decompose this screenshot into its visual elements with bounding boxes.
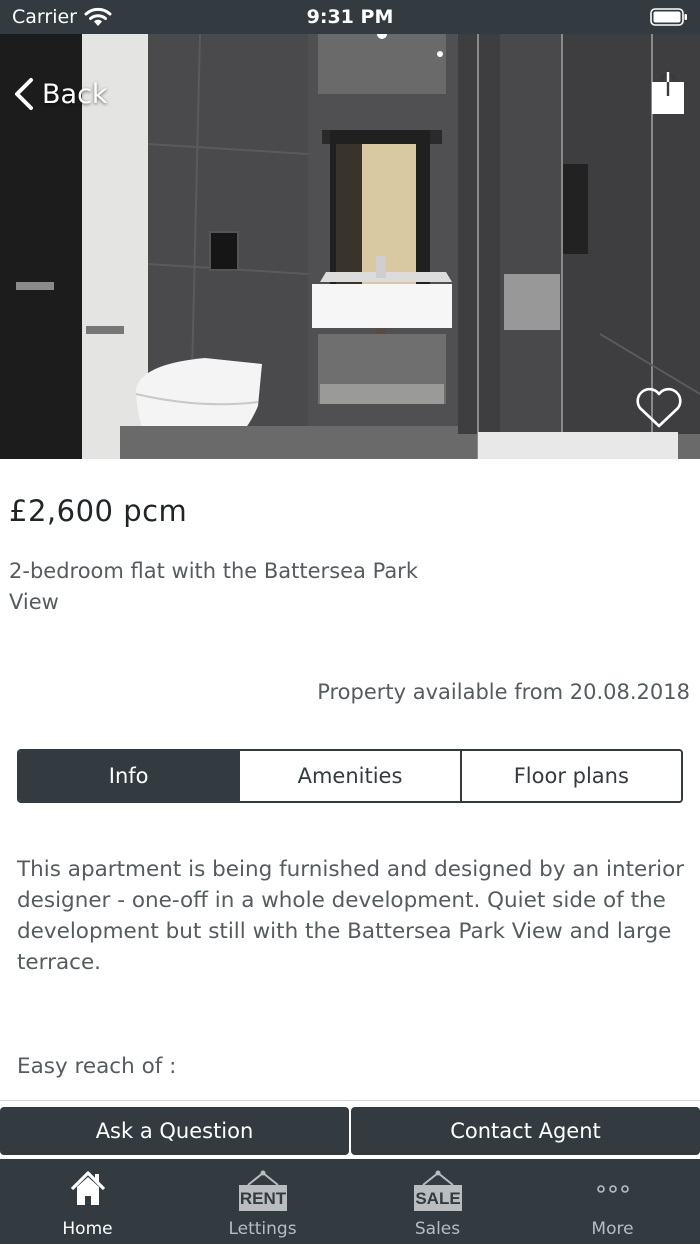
tab-info[interactable]: Info <box>19 751 239 801</box>
back-label: Back <box>42 78 108 110</box>
tabbar-label-lettings: Lettings <box>228 1219 297 1239</box>
tabbar-item-home[interactable]: Home <box>0 1159 175 1244</box>
home-icon <box>70 1171 105 1205</box>
ask-question-button[interactable]: Ask a Question <box>0 1107 349 1155</box>
tabbar-label-more: More <box>591 1219 634 1239</box>
availability-date: Property available from 20.08.2018 <box>317 680 690 704</box>
battery-icon <box>650 8 687 26</box>
divider <box>0 1100 700 1101</box>
status-bar: Carrier 9:31 PM <box>0 0 700 34</box>
rent-sign-text: RENT <box>239 1189 286 1208</box>
property-photo[interactable]: Back <box>0 34 700 459</box>
bottom-tab-bar: Home RENT Lettings SALE Sales More <box>0 1159 700 1244</box>
sale-sign-icon: SALE <box>413 1170 462 1211</box>
detail-tabs: Info Amenities Floor plans <box>17 749 683 803</box>
tabbar-item-lettings[interactable]: RENT Lettings <box>175 1159 350 1244</box>
chevron-left-icon <box>15 78 33 110</box>
listing-price: £2,600 pcm <box>9 494 188 528</box>
back-button[interactable]: Back <box>12 74 108 114</box>
tabbar-item-sales[interactable]: SALE Sales <box>350 1159 525 1244</box>
more-dots-icon <box>596 1185 629 1193</box>
listing-title: 2-bedroom flat with the Battersea Park V… <box>9 559 418 614</box>
rent-sign-icon: RENT <box>238 1170 287 1211</box>
tabbar-label-sales: Sales <box>414 1219 461 1239</box>
clock: 9:31 PM <box>306 6 394 28</box>
tab-amenities[interactable]: Amenities <box>238 751 460 801</box>
action-bar: Ask a Question Contact Agent <box>0 1107 700 1155</box>
tabbar-item-more[interactable]: More <box>525 1159 700 1244</box>
sale-sign-text: SALE <box>415 1189 460 1208</box>
heart-icon[interactable] <box>634 386 684 430</box>
easy-reach-label: Easy reach of : <box>17 1054 177 1079</box>
share-icon[interactable] <box>650 70 686 116</box>
contact-agent-button[interactable]: Contact Agent <box>351 1107 700 1155</box>
tab-floor-plans[interactable]: Floor plans <box>459 751 681 801</box>
tabbar-label-home: Home <box>62 1219 113 1239</box>
listing-description: This apartment is being furnished and de… <box>17 857 685 975</box>
